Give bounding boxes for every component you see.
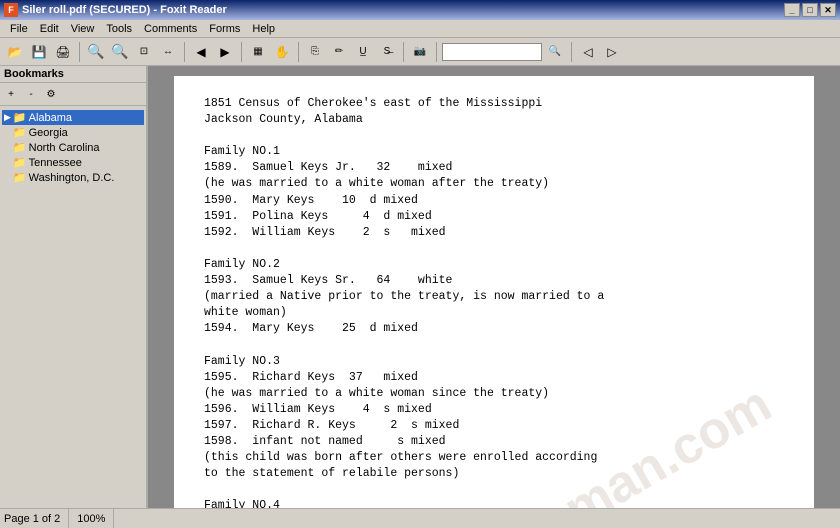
zoom-out-button[interactable]: 🔍 — [85, 41, 107, 63]
bookmark-label: Alabama — [29, 112, 72, 124]
main-area: Bookmarks + - ⚙ ▶ 📁 Alabama ▶ 📁 Georgia … — [0, 66, 840, 508]
bookmark-item-tennessee[interactable]: ▶ 📁 Tennessee — [2, 155, 144, 170]
menu-view[interactable]: View — [65, 20, 101, 37]
bookmark-folder-icon: 📁 — [13, 126, 27, 139]
toolbar-sep-7 — [571, 42, 572, 62]
menu-file[interactable]: File — [4, 20, 34, 37]
bookmarks-header: Bookmarks — [0, 66, 146, 83]
page-content: 1851 Census of Cherokee's east of the Mi… — [204, 96, 784, 508]
fit-page-button[interactable]: ⊡ — [133, 41, 155, 63]
toolbar-sep-1 — [79, 42, 80, 62]
bookmark-item-northcarolina[interactable]: ▶ 📁 North Carolina — [2, 140, 144, 155]
bookmark-folder-icon: 📁 — [13, 141, 27, 154]
print-button[interactable]: 🖨 — [52, 41, 74, 63]
minimize-button[interactable]: _ — [784, 3, 800, 17]
back-button[interactable]: ◁ — [577, 41, 599, 63]
fit-width-button[interactable]: ↔ — [157, 41, 179, 63]
bookmark-item-alabama[interactable]: ▶ 📁 Alabama — [2, 110, 144, 125]
bookmark-settings-button[interactable]: ⚙ — [42, 85, 60, 103]
bookmark-label: Washington, D.C. — [29, 172, 115, 184]
highlight-button[interactable]: ✏ — [328, 41, 350, 63]
menu-help[interactable]: Help — [246, 20, 281, 37]
status-bar: Page 1 of 2 100% — [0, 508, 840, 528]
menu-tools[interactable]: Tools — [100, 20, 138, 37]
app-icon: F — [4, 3, 18, 17]
menu-bar: File Edit View Tools Comments Forms Help — [0, 20, 840, 38]
bookmark-folder-icon: 📁 — [13, 111, 27, 124]
bookmark-arrow-icon: ▶ — [4, 112, 11, 123]
zoom-in-button[interactable]: 🔍 — [109, 41, 131, 63]
prev-page-button[interactable]: ◀ — [190, 41, 212, 63]
toolbar-sep-6 — [436, 42, 437, 62]
window-title: Siler roll.pdf (SECURED) - Foxit Reader — [22, 4, 227, 16]
bookmark-arrow-icon: ▶ — [4, 127, 11, 138]
title-bar: F Siler roll.pdf (SECURED) - Foxit Reade… — [0, 0, 840, 20]
document-area[interactable]: 1851 Census of Cherokee's east of the Mi… — [148, 66, 840, 508]
bookmark-arrow-icon: ▶ — [4, 142, 11, 153]
bookmark-item-georgia[interactable]: ▶ 📁 Georgia — [2, 125, 144, 140]
toolbar: 📂 💾 🖨 🔍 🔍 ⊡ ↔ ◀ ▶ ▦ ✋ ⎘ ✏ U̲ S̶ 📷 🔍 ◁ ▷ — [0, 38, 840, 66]
bookmark-collapse-button[interactable]: - — [22, 85, 40, 103]
bookmark-folder-icon: 📁 — [13, 156, 27, 169]
snapshot-button[interactable]: 📷 — [409, 41, 431, 63]
close-button[interactable]: ✕ — [820, 3, 836, 17]
search-input[interactable] — [442, 43, 542, 61]
zoom-level: 100% — [77, 509, 114, 528]
menu-comments[interactable]: Comments — [138, 20, 203, 37]
window-controls[interactable]: _ □ ✕ — [784, 3, 836, 17]
toolbar-sep-2 — [184, 42, 185, 62]
underline-button[interactable]: U̲ — [352, 41, 374, 63]
bookmark-tree: ▶ 📁 Alabama ▶ 📁 Georgia ▶ 📁 North Caroli… — [0, 106, 146, 508]
maximize-button[interactable]: □ — [802, 3, 818, 17]
toolbar-sep-4 — [298, 42, 299, 62]
page-indicator: Page 1 of 2 — [4, 509, 69, 528]
toolbar-sep-5 — [403, 42, 404, 62]
bookmark-item-washington[interactable]: ▶ 📁 Washington, D.C. — [2, 170, 144, 185]
bookmark-arrow-icon: ▶ — [4, 172, 11, 183]
hand-button[interactable]: ✋ — [271, 41, 293, 63]
bookmark-label: North Carolina — [29, 142, 100, 154]
toolbar-sep-3 — [241, 42, 242, 62]
bookmark-folder-icon: 📁 — [13, 171, 27, 184]
forward-button[interactable]: ▷ — [601, 41, 623, 63]
next-page-button[interactable]: ▶ — [214, 41, 236, 63]
open-button[interactable]: 📂 — [4, 41, 26, 63]
strikethrough-button[interactable]: S̶ — [376, 41, 398, 63]
select-button[interactable]: ▦ — [247, 41, 269, 63]
document-page: 1851 Census of Cherokee's east of the Mi… — [174, 76, 814, 508]
bookmark-label: Tennessee — [29, 157, 82, 169]
save-button[interactable]: 💾 — [28, 41, 50, 63]
bookmark-arrow-icon: ▶ — [4, 157, 11, 168]
copy-button[interactable]: ⎘ — [304, 41, 326, 63]
search-button[interactable]: 🔍 — [544, 41, 566, 63]
bookmarks-panel: Bookmarks + - ⚙ ▶ 📁 Alabama ▶ 📁 Georgia … — [0, 66, 148, 508]
menu-forms[interactable]: Forms — [203, 20, 246, 37]
bookmarks-toolbar: + - ⚙ — [0, 83, 146, 106]
menu-edit[interactable]: Edit — [34, 20, 65, 37]
bookmark-label: Georgia — [29, 127, 68, 139]
bookmark-expand-button[interactable]: + — [2, 85, 20, 103]
